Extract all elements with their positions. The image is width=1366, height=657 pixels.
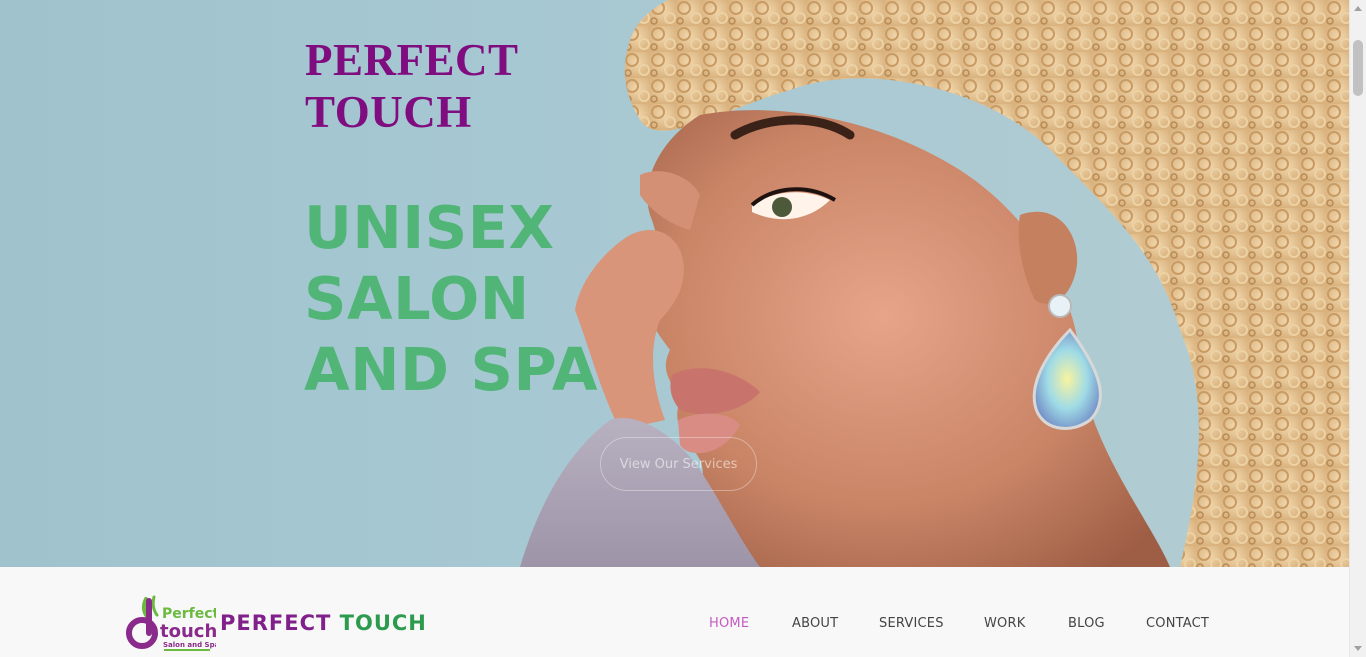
logo-mark-line3: Salon and Spa bbox=[163, 641, 216, 649]
hero-brand-line2: TOUCH bbox=[305, 87, 472, 137]
hero-tagline-line3: AND SPA bbox=[304, 335, 599, 404]
view-services-button[interactable]: View Our Services bbox=[600, 437, 757, 491]
nav-work[interactable]: WORK bbox=[984, 616, 1025, 631]
main-nav: HOME ABOUT SERVICES WORK BLOG CONTACT bbox=[0, 616, 1349, 636]
hero-brand-line1: PERFECT bbox=[305, 35, 519, 85]
nav-blog[interactable]: BLOG bbox=[1068, 616, 1105, 631]
nav-contact[interactable]: CONTACT bbox=[1146, 616, 1209, 631]
scrollbar-thumb[interactable] bbox=[1353, 40, 1363, 96]
hero-tagline-line2: SALON bbox=[304, 264, 530, 333]
scroll-up-arrow-icon[interactable] bbox=[1354, 6, 1362, 11]
scroll-down-arrow-icon[interactable] bbox=[1354, 646, 1362, 651]
nav-home[interactable]: HOME bbox=[709, 616, 749, 631]
hero-tagline-line1: UNISEX bbox=[304, 193, 555, 262]
nav-services[interactable]: SERVICES bbox=[879, 616, 944, 631]
page-scrollbar[interactable] bbox=[1349, 0, 1366, 657]
nav-about[interactable]: ABOUT bbox=[792, 616, 838, 631]
hero-brand-title: PERFECT TOUCH bbox=[305, 34, 605, 138]
hero-tagline: UNISEX SALON AND SPA bbox=[304, 192, 724, 405]
hero-banner: PERFECT TOUCH UNISEX SALON AND SPA View … bbox=[0, 0, 1349, 567]
